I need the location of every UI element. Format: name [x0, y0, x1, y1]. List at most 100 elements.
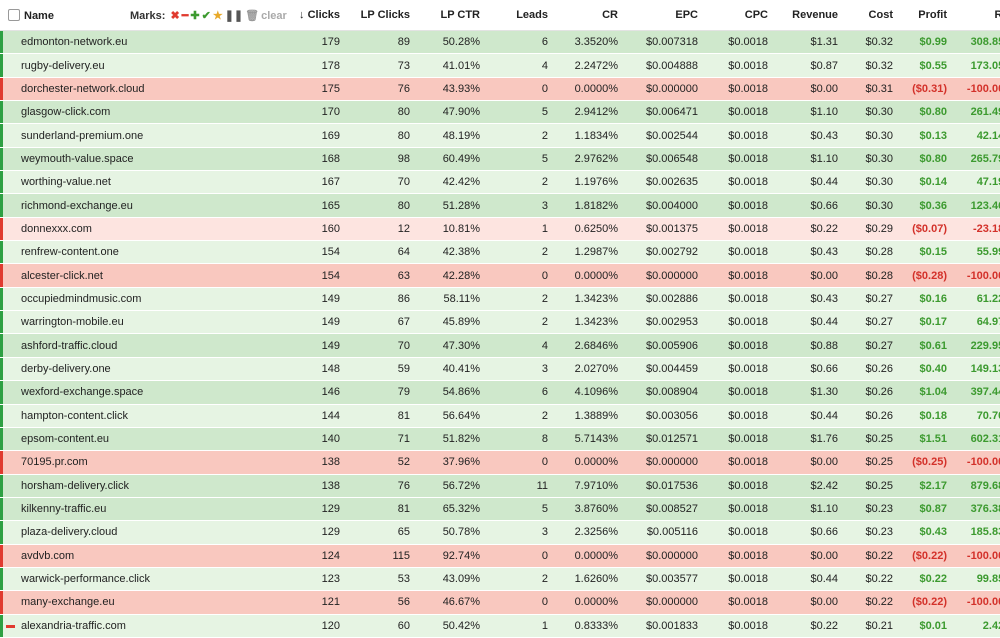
- row-name[interactable]: warwick-performance.click: [21, 573, 150, 585]
- row-name-cell[interactable]: glasgow-click.com: [0, 100, 241, 125]
- cpc-column-header[interactable]: CPC: [704, 0, 774, 31]
- epc-column-header[interactable]: EPC: [624, 0, 704, 31]
- row-name-cell[interactable]: alcester-click.net: [0, 263, 241, 288]
- row-name-cell[interactable]: plaza-delivery.cloud: [0, 520, 241, 545]
- row-name[interactable]: 70195.pr.com: [21, 456, 88, 468]
- table-row[interactable]: sunderland-premium.one 169 80 48.19% 2 1.1834…: [0, 123, 1000, 148]
- row-name-cell[interactable]: dorchester-network.cloud: [0, 77, 241, 102]
- row-name[interactable]: derby-delivery.one: [21, 363, 111, 375]
- row-name-cell[interactable]: richmond-exchange.eu: [0, 193, 241, 218]
- row-name[interactable]: alcester-click.net: [21, 270, 103, 282]
- mark-check-icon[interactable]: ✔: [202, 10, 211, 22]
- table-row[interactable]: warwick-performance.click 123 53 43.09% 2 1.6…: [0, 567, 1000, 592]
- row-name[interactable]: plaza-delivery.cloud: [21, 526, 117, 538]
- mark-pause-icon[interactable]: ❚❚: [225, 10, 243, 22]
- table-row[interactable]: derby-delivery.one 148 59 40.41% 3 2.0270% $0.…: [0, 357, 1000, 382]
- row-name-cell[interactable]: warwick-performance.click: [0, 567, 241, 592]
- table-row[interactable]: dorchester-network.cloud 175 76 43.93% 0 0.00…: [0, 77, 1000, 102]
- row-name-cell[interactable]: warrington-mobile.eu: [0, 310, 241, 335]
- lp-ctr-column-header[interactable]: LP CTR: [416, 0, 486, 31]
- row-name[interactable]: sunderland-premium.one: [21, 130, 143, 142]
- row-name-cell[interactable]: worthing-value.net: [0, 170, 241, 195]
- row-name[interactable]: wexford-exchange.space: [21, 386, 143, 398]
- row-name-cell[interactable]: hampton-content.click: [0, 404, 241, 428]
- row-name[interactable]: many-exchange.eu: [21, 596, 115, 608]
- mark-plus-icon[interactable]: ✚: [190, 10, 199, 22]
- row-name-cell[interactable]: ashford-traffic.cloud: [0, 333, 241, 358]
- table-row[interactable]: hampton-content.click 144 81 56.64% 2 1.3889%…: [0, 404, 1000, 428]
- revenue-column-header[interactable]: Revenue: [774, 0, 844, 31]
- row-name-cell[interactable]: donnexxx.com: [0, 217, 241, 242]
- row-name[interactable]: epsom-content.eu: [21, 433, 109, 445]
- table-row[interactable]: horsham-delivery.click 138 76 56.72% 11 7.971…: [0, 474, 1000, 498]
- table-row[interactable]: 70195.pr.com 138 52 37.96% 0 0.0000% $0.000000…: [0, 450, 1000, 475]
- table-row[interactable]: kilkenny-traffic.eu 129 81 65.32% 5 3.8760% $0…: [0, 497, 1000, 522]
- table-row[interactable]: worthing-value.net 167 70 42.42% 2 1.1976% $0.…: [0, 170, 1000, 195]
- table-row[interactable]: plaza-delivery.cloud 129 65 50.78% 3 2.3256% $…: [0, 520, 1000, 545]
- row-name[interactable]: weymouth-value.space: [21, 153, 134, 165]
- select-all-checkbox[interactable]: [8, 8, 20, 21]
- cell-cpc: $0.0018: [704, 497, 774, 522]
- lp-clicks-column-header[interactable]: LP Clicks: [346, 0, 416, 31]
- row-name-cell[interactable]: edmonton-network.eu: [0, 30, 241, 55]
- row-name[interactable]: richmond-exchange.eu: [21, 200, 133, 212]
- mark-x-icon[interactable]: ✖: [171, 10, 180, 22]
- row-name-cell[interactable]: occupiedmindmusic.com: [0, 287, 241, 312]
- row-name[interactable]: horsham-delivery.click: [21, 480, 129, 492]
- table-row[interactable]: richmond-exchange.eu 165 80 51.28% 3 1.8182% $…: [0, 193, 1000, 218]
- row-name[interactable]: worthing-value.net: [21, 176, 111, 188]
- row-name-cell[interactable]: derby-delivery.one: [0, 357, 241, 382]
- trash-icon[interactable]: 🗑: [245, 10, 259, 22]
- row-name-cell[interactable]: avdvb.com: [0, 544, 241, 568]
- name-column-header[interactable]: Name Marks: ✖ ━ ✚ ✔ ★ ❚❚ 🗑 clear: [0, 0, 287, 31]
- cost-column-header[interactable]: Cost: [844, 0, 899, 31]
- row-name[interactable]: warrington-mobile.eu: [21, 316, 124, 328]
- row-name-cell[interactable]: sunderland-premium.one: [0, 123, 241, 148]
- table-row[interactable]: glasgow-click.com 170 80 47.90% 5 2.9412% $0.0…: [0, 100, 1000, 125]
- table-row[interactable]: occupiedmindmusic.com 149 86 58.11% 2 1.3423%…: [0, 287, 1000, 312]
- row-name[interactable]: renfrew-content.one: [21, 246, 119, 258]
- row-name[interactable]: edmonton-network.eu: [21, 36, 127, 48]
- row-name[interactable]: alexandria-traffic.com: [21, 620, 126, 632]
- row-name-cell[interactable]: 70195.pr.com: [0, 450, 241, 475]
- row-name[interactable]: occupiedmindmusic.com: [21, 293, 141, 305]
- row-name-cell[interactable]: epsom-content.eu: [0, 427, 241, 452]
- mark-star-icon[interactable]: ★: [213, 10, 223, 22]
- cell-lp-clicks: 80: [346, 100, 416, 125]
- table-row[interactable]: rugby-delivery.eu 178 73 41.01% 4 2.2472% $0.0…: [0, 53, 1000, 78]
- cell-revenue: $0.00: [774, 263, 844, 288]
- mark-minus-icon[interactable]: ━: [182, 10, 189, 22]
- table-row[interactable]: alcester-click.net 154 63 42.28% 0 0.0000% $0.…: [0, 263, 1000, 288]
- table-row[interactable]: donnexxx.com 160 12 10.81% 1 0.6250% $0.001375…: [0, 217, 1000, 242]
- row-mark-minus-icon[interactable]: [6, 624, 15, 628]
- row-name[interactable]: donnexxx.com: [21, 223, 92, 235]
- row-name[interactable]: glasgow-click.com: [21, 106, 110, 118]
- row-name[interactable]: hampton-content.click: [21, 410, 128, 422]
- table-row[interactable]: epsom-content.eu 140 71 51.82% 8 5.7143% $0.01…: [0, 427, 1000, 452]
- cr-column-header[interactable]: CR: [554, 0, 624, 31]
- profit-column-header[interactable]: Profit: [899, 0, 953, 31]
- table-row[interactable]: avdvb.com 124 115 92.74% 0 0.0000% $0.000000 $0…: [0, 544, 1000, 568]
- row-name[interactable]: kilkenny-traffic.eu: [21, 503, 106, 515]
- roi-column-header[interactable]: ROI: [953, 0, 1000, 31]
- table-row[interactable]: ashford-traffic.cloud 149 70 47.30% 4 2.6846%…: [0, 333, 1000, 358]
- row-name-cell[interactable]: horsham-delivery.click: [0, 474, 241, 498]
- table-row[interactable]: alexandria-traffic.com 120 60 50.42% 1 0.8333…: [0, 614, 1000, 638]
- row-name[interactable]: dorchester-network.cloud: [21, 83, 145, 95]
- row-name[interactable]: avdvb.com: [21, 550, 74, 562]
- row-name-cell[interactable]: weymouth-value.space: [0, 147, 241, 172]
- table-row[interactable]: wexford-exchange.space 146 79 54.86% 6 4.1096…: [0, 380, 1000, 405]
- row-name[interactable]: ashford-traffic.cloud: [21, 340, 117, 352]
- row-name-cell[interactable]: alexandria-traffic.com: [0, 614, 241, 638]
- table-row[interactable]: weymouth-value.space 168 98 60.49% 5 2.9762% $…: [0, 147, 1000, 172]
- leads-column-header[interactable]: Leads: [486, 0, 554, 31]
- table-row[interactable]: warrington-mobile.eu 149 67 45.89% 2 1.3423% $…: [0, 310, 1000, 335]
- row-name-cell[interactable]: kilkenny-traffic.eu: [0, 497, 241, 522]
- table-row[interactable]: renfrew-content.one 154 64 42.38% 2 1.2987% $0…: [0, 240, 1000, 265]
- row-name[interactable]: rugby-delivery.eu: [21, 60, 105, 72]
- clear-marks-link[interactable]: clear: [261, 10, 287, 22]
- row-name-cell[interactable]: wexford-exchange.space: [0, 380, 241, 405]
- row-name-cell[interactable]: rugby-delivery.eu: [0, 53, 241, 78]
- row-name-cell[interactable]: renfrew-content.one: [0, 240, 241, 265]
- table-row[interactable]: edmonton-network.eu 179 89 50.28% 6 3.3520% $0…: [0, 30, 1000, 55]
